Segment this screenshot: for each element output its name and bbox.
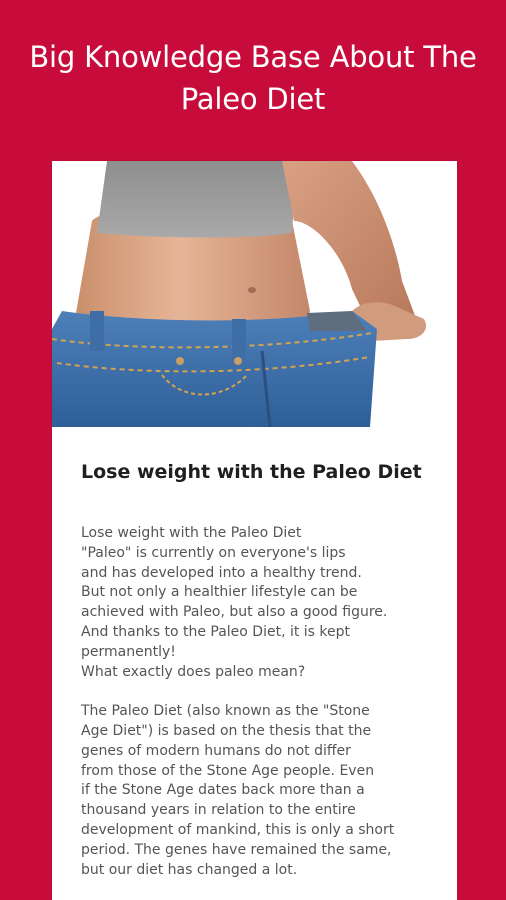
weight-loss-photo (52, 161, 457, 427)
article-hero-image (52, 161, 457, 427)
promo-header: Big Knowledge Base About The Paleo Diet (0, 36, 506, 120)
promo-title: Big Knowledge Base About The Paleo Diet (29, 40, 477, 116)
article-card[interactable]: Lose weight with the Paleo Diet Lose wei… (52, 161, 457, 900)
article-body: Lose weight with the Paleo Diet "Paleo" … (81, 525, 395, 878)
article-title: Lose weight with the Paleo Diet (81, 461, 422, 483)
